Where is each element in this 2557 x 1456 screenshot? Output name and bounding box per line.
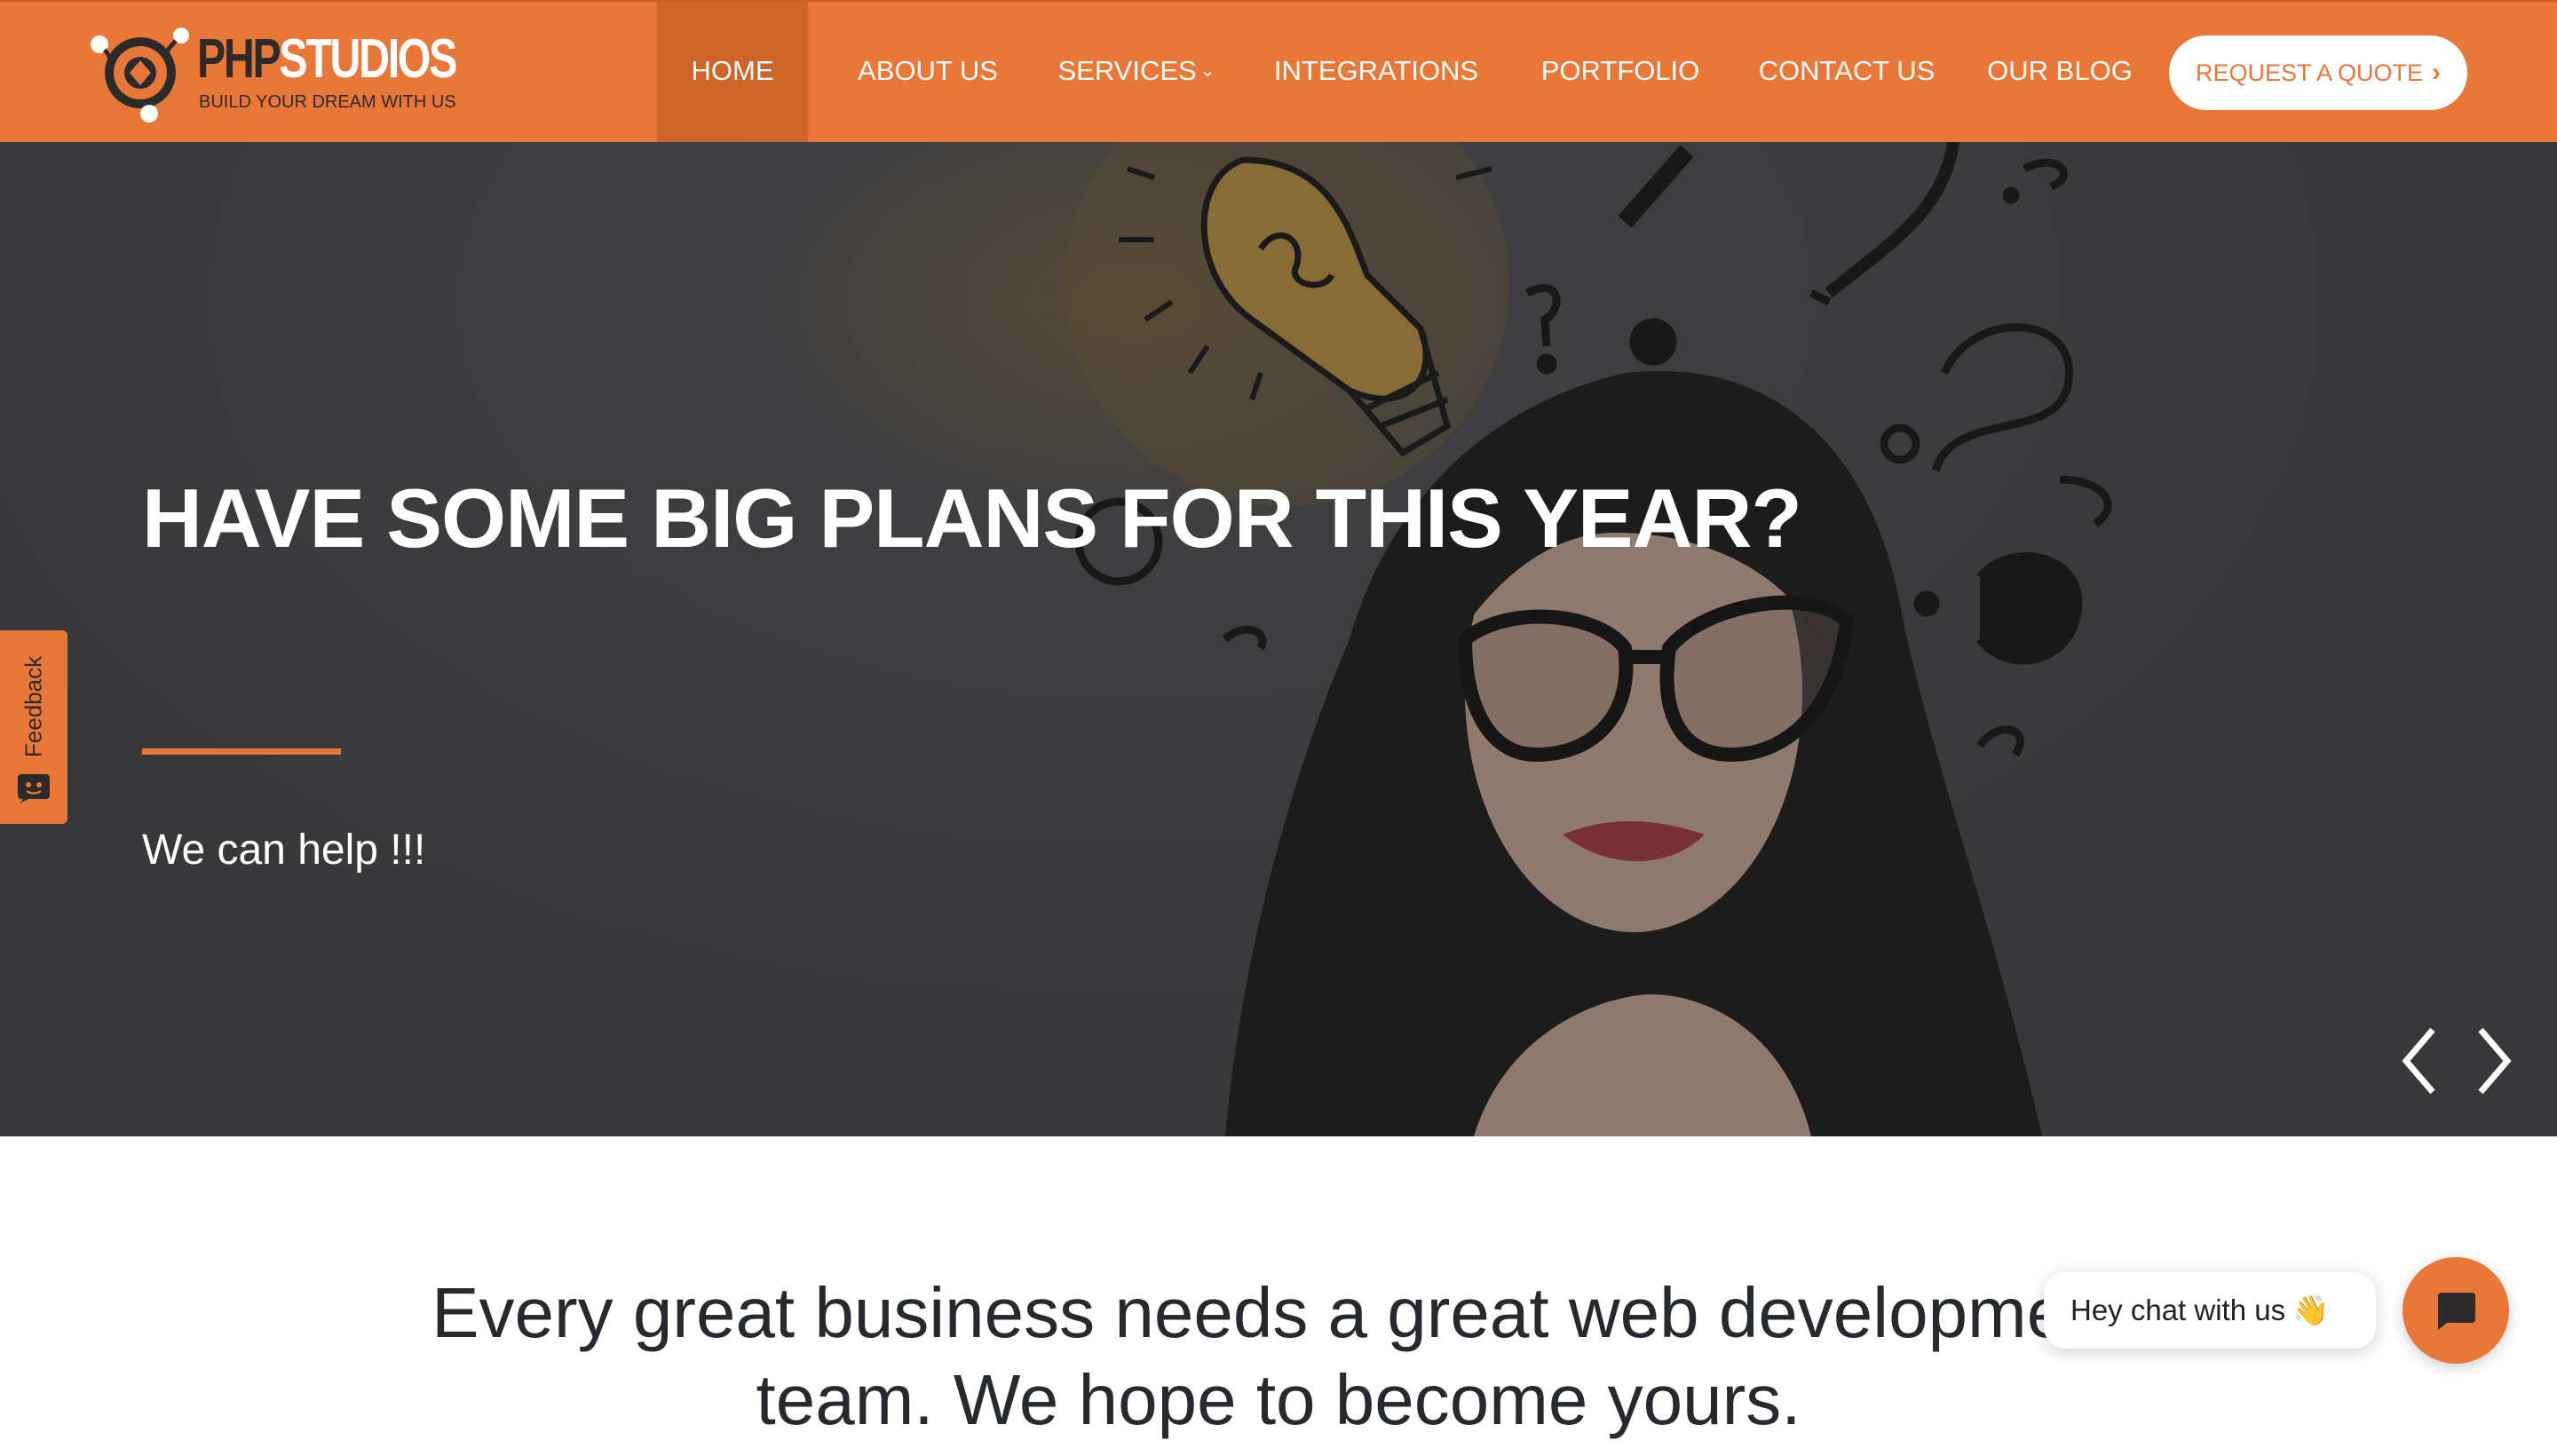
intro-line-2: team. We hope to become yours. (756, 1360, 1801, 1439)
request-quote-label: REQUEST A QUOTE (2195, 59, 2424, 86)
chat-icon (2438, 1293, 2475, 1330)
hero-title: HAVE SOME BIG PLANS FOR THIS YEAR? (142, 471, 1802, 565)
request-quote-button[interactable]: REQUEST A QUOTE › (2169, 36, 2467, 110)
chat-prompt-bubble[interactable]: Hey chat with us 👋 (2044, 1272, 2376, 1349)
nav-about-us[interactable]: ABOUT US (843, 2, 1012, 142)
nav-portfolio[interactable]: PORTFOLIO (1527, 2, 1714, 142)
nav-integrations[interactable]: INTEGRATIONS (1261, 2, 1492, 142)
chevron-right-icon: › (2432, 58, 2442, 87)
nav-home[interactable]: HOME (657, 2, 808, 142)
chevron-left-icon (2402, 1027, 2435, 1095)
chevron-down-icon: ⌄ (1199, 61, 1215, 81)
feedback-tab[interactable]: Feedback (0, 630, 67, 824)
hero-divider (142, 748, 341, 755)
top-navigation: PHPSTUDIOS BUILD YOUR DREAM WITH US HOME… (0, 0, 2557, 142)
nav-contact-us[interactable]: CONTACT US (1749, 2, 1944, 142)
chevron-right-icon (2478, 1027, 2512, 1095)
nav-services[interactable]: SERVICES ⌄ (1048, 2, 1225, 142)
hero-background-image (0, 142, 2557, 1136)
logo-word-studios: STUDIOS (279, 28, 457, 90)
php-studios-logo[interactable]: PHPSTUDIOS BUILD YOUR DREAM WITH US (85, 20, 457, 126)
slider-prev-button[interactable] (2388, 1021, 2450, 1101)
logo-tagline: BUILD YOUR DREAM WITH US (199, 92, 456, 112)
hero-subtitle: We can help !!! (142, 827, 426, 874)
nav-services-label: SERVICES (1057, 55, 1197, 86)
chat-prompt-text: Hey chat with us (2070, 1294, 2286, 1326)
logo-word-php: PHP (197, 28, 281, 90)
waving-hand-icon: 👋 (2292, 1294, 2330, 1326)
logo-mark-icon (91, 28, 189, 123)
hero-slider: HAVE SOME BIG PLANS FOR THIS YEAR? We ca… (0, 142, 2557, 1136)
open-chat-button[interactable] (2403, 1257, 2509, 1364)
nav-our-blog[interactable]: OUR BLOG (1980, 2, 2140, 142)
logo-wordmark: PHPSTUDIOS (197, 32, 457, 87)
feedback-label: Feedback (20, 655, 47, 758)
slider-next-button[interactable] (2463, 1021, 2525, 1101)
chat-face-icon (18, 774, 50, 803)
